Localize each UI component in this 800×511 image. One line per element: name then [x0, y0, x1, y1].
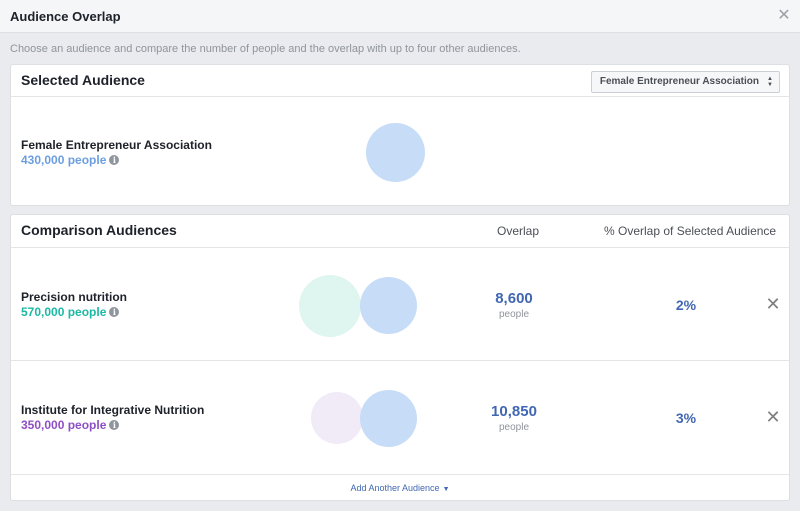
selected-audience-circle: [366, 123, 425, 182]
overlap-column-header: Overlap: [497, 224, 540, 238]
overlap-unit: people: [498, 422, 530, 433]
comparison-audience-size: 570,000 people: [21, 305, 107, 319]
add-another-audience-label: Add Another Audience: [350, 483, 440, 493]
selected-audience-size: 430,000 people: [21, 153, 107, 167]
comparison-audience-circle: [311, 392, 363, 444]
selected-audience-size-line: 430,000 people i: [21, 153, 120, 167]
close-icon[interactable]: ✕: [774, 6, 794, 26]
comparison-audience-size-line: 350,000 people i: [21, 418, 120, 432]
comparison-heading: Comparison Audiences: [21, 222, 177, 238]
remove-audience-icon[interactable]: ✕: [764, 295, 782, 313]
caret-down-icon: ▼: [442, 486, 450, 493]
selected-audience-name: Female Entrepreneur Association: [21, 138, 212, 152]
comparison-audience-name: Institute for Integrative Nutrition: [21, 403, 205, 417]
selected-audience-header: Selected Audience Female Entrepreneur As…: [11, 65, 789, 97]
overlap-count: 10,850: [491, 403, 537, 420]
info-icon[interactable]: i: [109, 307, 120, 317]
remove-audience-icon[interactable]: ✕: [764, 408, 782, 426]
sort-caret-icon: ▲ ▼: [767, 76, 773, 88]
audience-select-value: Female Entrepreneur Association: [599, 76, 759, 87]
selected-audience-circle: [360, 390, 417, 447]
row-divider: [11, 360, 789, 361]
info-icon[interactable]: i: [109, 155, 120, 165]
overlap-unit: people: [498, 309, 530, 320]
comparison-audience-size: 350,000 people: [21, 418, 107, 432]
pct-overlap-column-header: % Overlap of Selected Audience: [604, 224, 777, 238]
dialog-title: Audience Overlap: [10, 9, 121, 24]
selected-audience-circle: [360, 277, 417, 334]
add-another-audience-link[interactable]: Add Another Audience ▼: [11, 483, 789, 493]
comparison-audience-size-line: 570,000 people i: [21, 305, 120, 319]
dialog-titlebar: Audience Overlap ✕: [0, 0, 800, 33]
overlap-count: 8,600: [495, 290, 533, 307]
comparison-audiences-card: Comparison Audiences Overlap % Overlap o…: [10, 214, 790, 501]
overlap-percentage: 2%: [675, 297, 697, 313]
audience-select-dropdown[interactable]: Female Entrepreneur Association ▲ ▼: [590, 71, 780, 93]
dialog-subtitle: Choose an audience and compare the numbe…: [10, 43, 521, 55]
selected-audience-card: Selected Audience Female Entrepreneur As…: [10, 64, 790, 206]
comparison-header: Comparison Audiences Overlap % Overlap o…: [11, 215, 789, 248]
comparison-audience-circle: [299, 275, 361, 337]
info-icon[interactable]: i: [109, 420, 120, 430]
overlap-percentage: 3%: [675, 410, 697, 426]
selected-audience-heading: Selected Audience: [21, 72, 145, 88]
comparison-audience-name: Precision nutrition: [21, 290, 128, 304]
row-divider: [11, 474, 789, 475]
